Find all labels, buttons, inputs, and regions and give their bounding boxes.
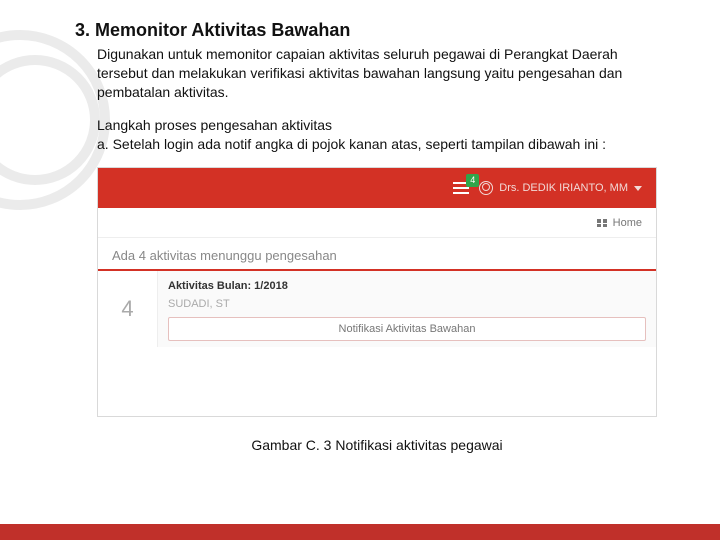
notification-month: Aktivitas Bulan: 1/2018	[168, 277, 646, 295]
notification-button[interactable]: 4	[453, 182, 469, 194]
section-heading: 3. Memonitor Aktivitas Bawahan	[75, 20, 670, 41]
figure-caption: Gambar C. 3 Notifikasi aktivitas pegawai	[97, 437, 657, 453]
step-item: a. Setelah login ada notif angka di pojo…	[97, 136, 606, 152]
slide-footer-bar	[0, 524, 720, 540]
app-header: 4 Drs. DEDIK IRIANTO, MM	[98, 168, 656, 208]
notification-card[interactable]: 4 Aktivitas Bulan: 1/2018 SUDADI, ST Not…	[98, 271, 656, 347]
breadcrumb-home[interactable]: Home	[613, 217, 642, 229]
document-content: 3. Memonitor Aktivitas Bawahan Digunakan…	[0, 0, 720, 463]
notification-count-badge: 4	[466, 174, 479, 187]
notification-body: Aktivitas Bulan: 1/2018 SUDADI, ST Notif…	[158, 271, 656, 347]
step-heading: Langkah proses pengesahan aktivitas	[97, 117, 332, 133]
paragraph: Digunakan untuk memonitor capaian aktivi…	[97, 45, 670, 102]
pending-summary: Ada 4 aktivitas menunggu pengesahan	[98, 238, 656, 269]
figure: 4 Drs. DEDIK IRIANTO, MM Home Ada 4 akti…	[97, 167, 657, 453]
user-name: Drs. DEDIK IRIANTO, MM	[499, 182, 628, 194]
user-menu[interactable]: Drs. DEDIK IRIANTO, MM	[479, 181, 642, 195]
notification-person: SUDADI, ST	[168, 295, 646, 313]
dashboard-icon	[597, 219, 607, 227]
chevron-down-icon	[634, 186, 642, 191]
notification-action[interactable]: Notifikasi Aktivitas Bawahan	[168, 317, 646, 341]
breadcrumb-bar: Home	[98, 208, 656, 238]
notification-count-tile: 4	[98, 271, 158, 347]
app-screenshot: 4 Drs. DEDIK IRIANTO, MM Home Ada 4 akti…	[97, 167, 657, 417]
avatar-icon	[479, 181, 493, 195]
paragraph: Langkah proses pengesahan aktivitas a. S…	[97, 116, 670, 154]
